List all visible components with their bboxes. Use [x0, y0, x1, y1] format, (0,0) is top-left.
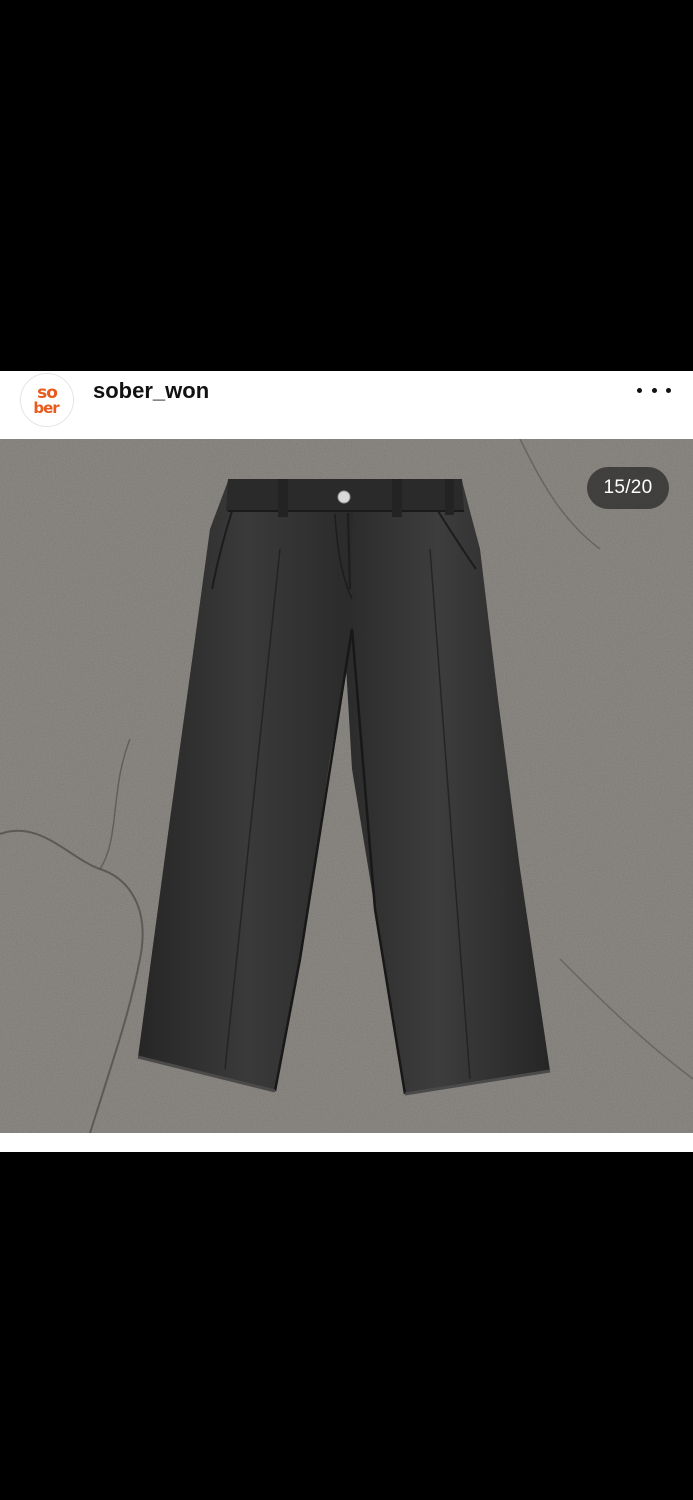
more-options-icon[interactable] [637, 380, 671, 400]
username[interactable]: sober_won [93, 378, 209, 404]
dot [651, 387, 657, 393]
sober-logo-icon: so ber [21, 374, 73, 426]
post-card: so ber sober_won 15/20 [0, 371, 693, 1152]
avatar[interactable]: so ber [20, 373, 74, 427]
image-counter: 15/20 [587, 467, 669, 509]
post-photo[interactable]: 15/20 [0, 439, 693, 1133]
svg-text:ber: ber [33, 399, 60, 417]
post-header: so ber sober_won [0, 371, 693, 439]
screen: so ber sober_won 15/20 [0, 0, 693, 1500]
dot [666, 387, 671, 393]
trousers-photo [0, 439, 693, 1133]
dot [637, 387, 642, 393]
